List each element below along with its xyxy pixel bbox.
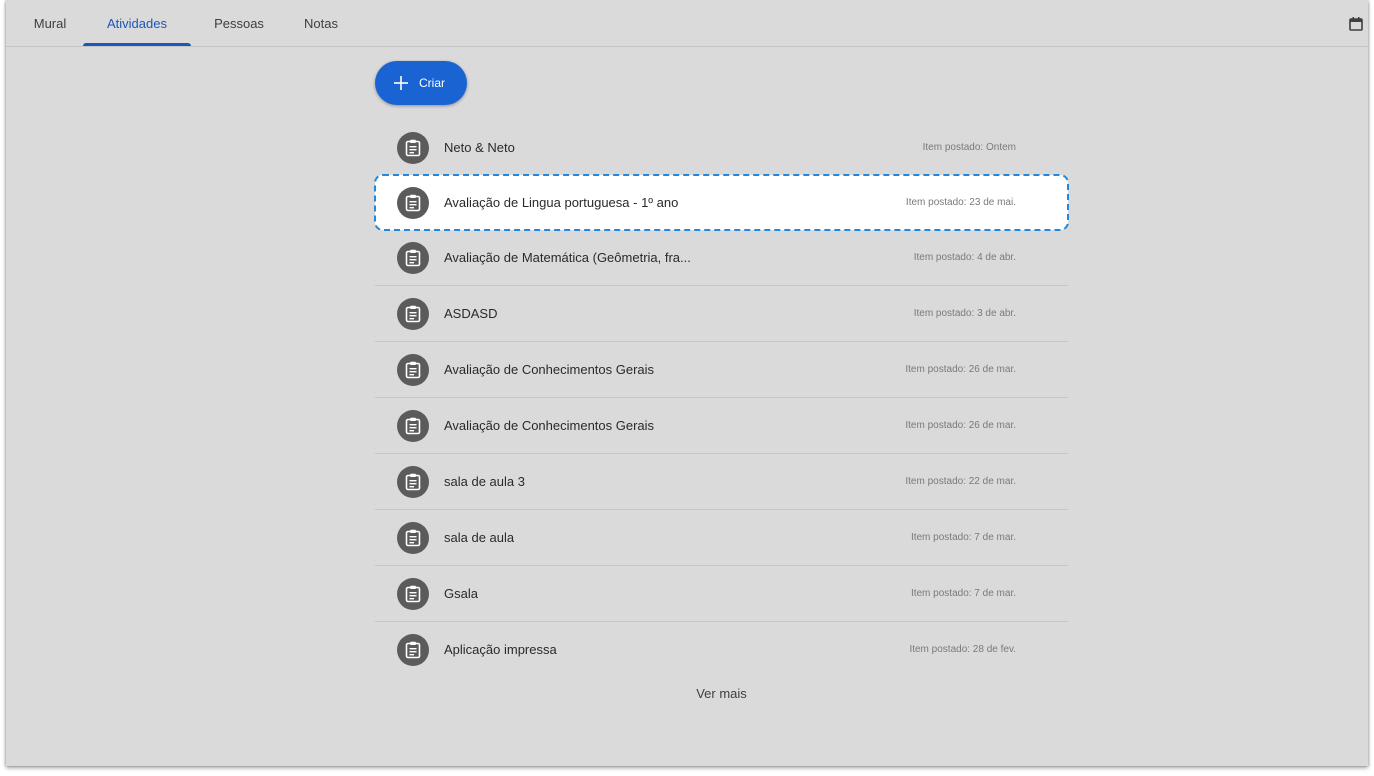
tab-atividades[interactable]: Atividades [83, 0, 191, 46]
activity-posted-date: Item postado: 26 de mar. [905, 420, 1016, 431]
see-more-link[interactable]: Ver mais [375, 686, 1068, 701]
assignment-icon [397, 132, 429, 164]
activity-title: Avaliação de Conhecimentos Gerais [444, 418, 655, 433]
activity-posted-date: Item postado: 28 de fev. [909, 644, 1016, 655]
assignment-icon [397, 298, 429, 330]
classroom-window: Mural Atividades Pessoas Notas Criar Net… [6, 0, 1368, 766]
assignment-icon [397, 634, 429, 666]
activity-item[interactable]: Avaliação de Conhecimentos Gerais Item p… [375, 398, 1068, 454]
activity-posted-date: Item postado: 22 de mar. [905, 476, 1016, 487]
tab-notas[interactable]: Notas [296, 0, 346, 46]
top-navigation: Mural Atividades Pessoas Notas [6, 0, 1368, 47]
activity-title: sala de aula 3 [444, 474, 525, 489]
activity-posted-date: Item postado: 7 de mar. [910, 588, 1016, 599]
tab-pessoas-label: Pessoas [214, 16, 264, 31]
activity-item[interactable]: Avaliação de Matemática (Geômetria, fra.… [375, 230, 1068, 286]
activity-posted-date: Item postado: 26 de mar. [905, 364, 1016, 375]
assignment-icon [397, 410, 429, 442]
calendar-icon[interactable] [1348, 16, 1364, 32]
activity-title: Gsala [444, 586, 478, 601]
assignment-icon [397, 578, 429, 610]
create-button-label: Criar [419, 76, 445, 90]
assignment-icon [397, 466, 429, 498]
activity-title: ASDASD [444, 306, 498, 321]
tab-notas-label: Notas [304, 16, 338, 31]
assignment-icon [397, 187, 429, 219]
activity-title: Neto & Neto [444, 140, 515, 155]
create-button[interactable]: Criar [375, 61, 467, 105]
activity-item[interactable]: Gsala Item postado: 7 de mar. [375, 566, 1068, 622]
activity-item[interactable]: Neto & Neto Item postado: Ontem [375, 120, 1068, 175]
tab-mural[interactable]: Mural [28, 0, 72, 46]
activity-posted-date: Item postado: 4 de abr. [913, 252, 1016, 263]
assignment-icon [397, 354, 429, 386]
assignment-icon [397, 242, 429, 274]
activity-item[interactable]: Aplicação impressa Item postado: 28 de f… [375, 622, 1068, 677]
activity-item[interactable]: ASDASD Item postado: 3 de abr. [375, 286, 1068, 342]
activity-posted-date: Item postado: Ontem [922, 142, 1016, 153]
activity-title: Aplicação impressa [444, 642, 557, 657]
tab-mural-label: Mural [33, 16, 67, 31]
tab-pessoas[interactable]: Pessoas [209, 0, 269, 46]
activity-posted-date: Item postado: 23 de mai. [905, 197, 1016, 208]
activity-title: sala de aula [444, 530, 515, 545]
activity-item[interactable]: sala de aula 3 Item postado: 22 de mar. [375, 454, 1068, 510]
assignment-icon [397, 522, 429, 554]
active-tab-indicator [83, 43, 191, 46]
activity-item-selected[interactable]: Avaliação de Lingua portuguesa - 1º ano … [374, 174, 1069, 231]
tab-atividades-label: Atividades [107, 16, 167, 31]
activity-list: Neto & Neto Item postado: Ontem Avaliaçã… [374, 120, 1069, 677]
activity-title: Avaliação de Conhecimentos Gerais [444, 362, 655, 377]
activity-posted-date: Item postado: 3 de abr. [913, 308, 1016, 319]
activity-title: Avaliação de Matemática (Geômetria, fra.… [444, 250, 691, 265]
activity-posted-date: Item postado: 7 de mar. [910, 532, 1016, 543]
plus-icon [394, 76, 408, 90]
activity-title: Avaliação de Lingua portuguesa - 1º ano [444, 195, 679, 210]
activity-item[interactable]: Avaliação de Conhecimentos Gerais Item p… [375, 342, 1068, 398]
activity-item[interactable]: sala de aula Item postado: 7 de mar. [375, 510, 1068, 566]
